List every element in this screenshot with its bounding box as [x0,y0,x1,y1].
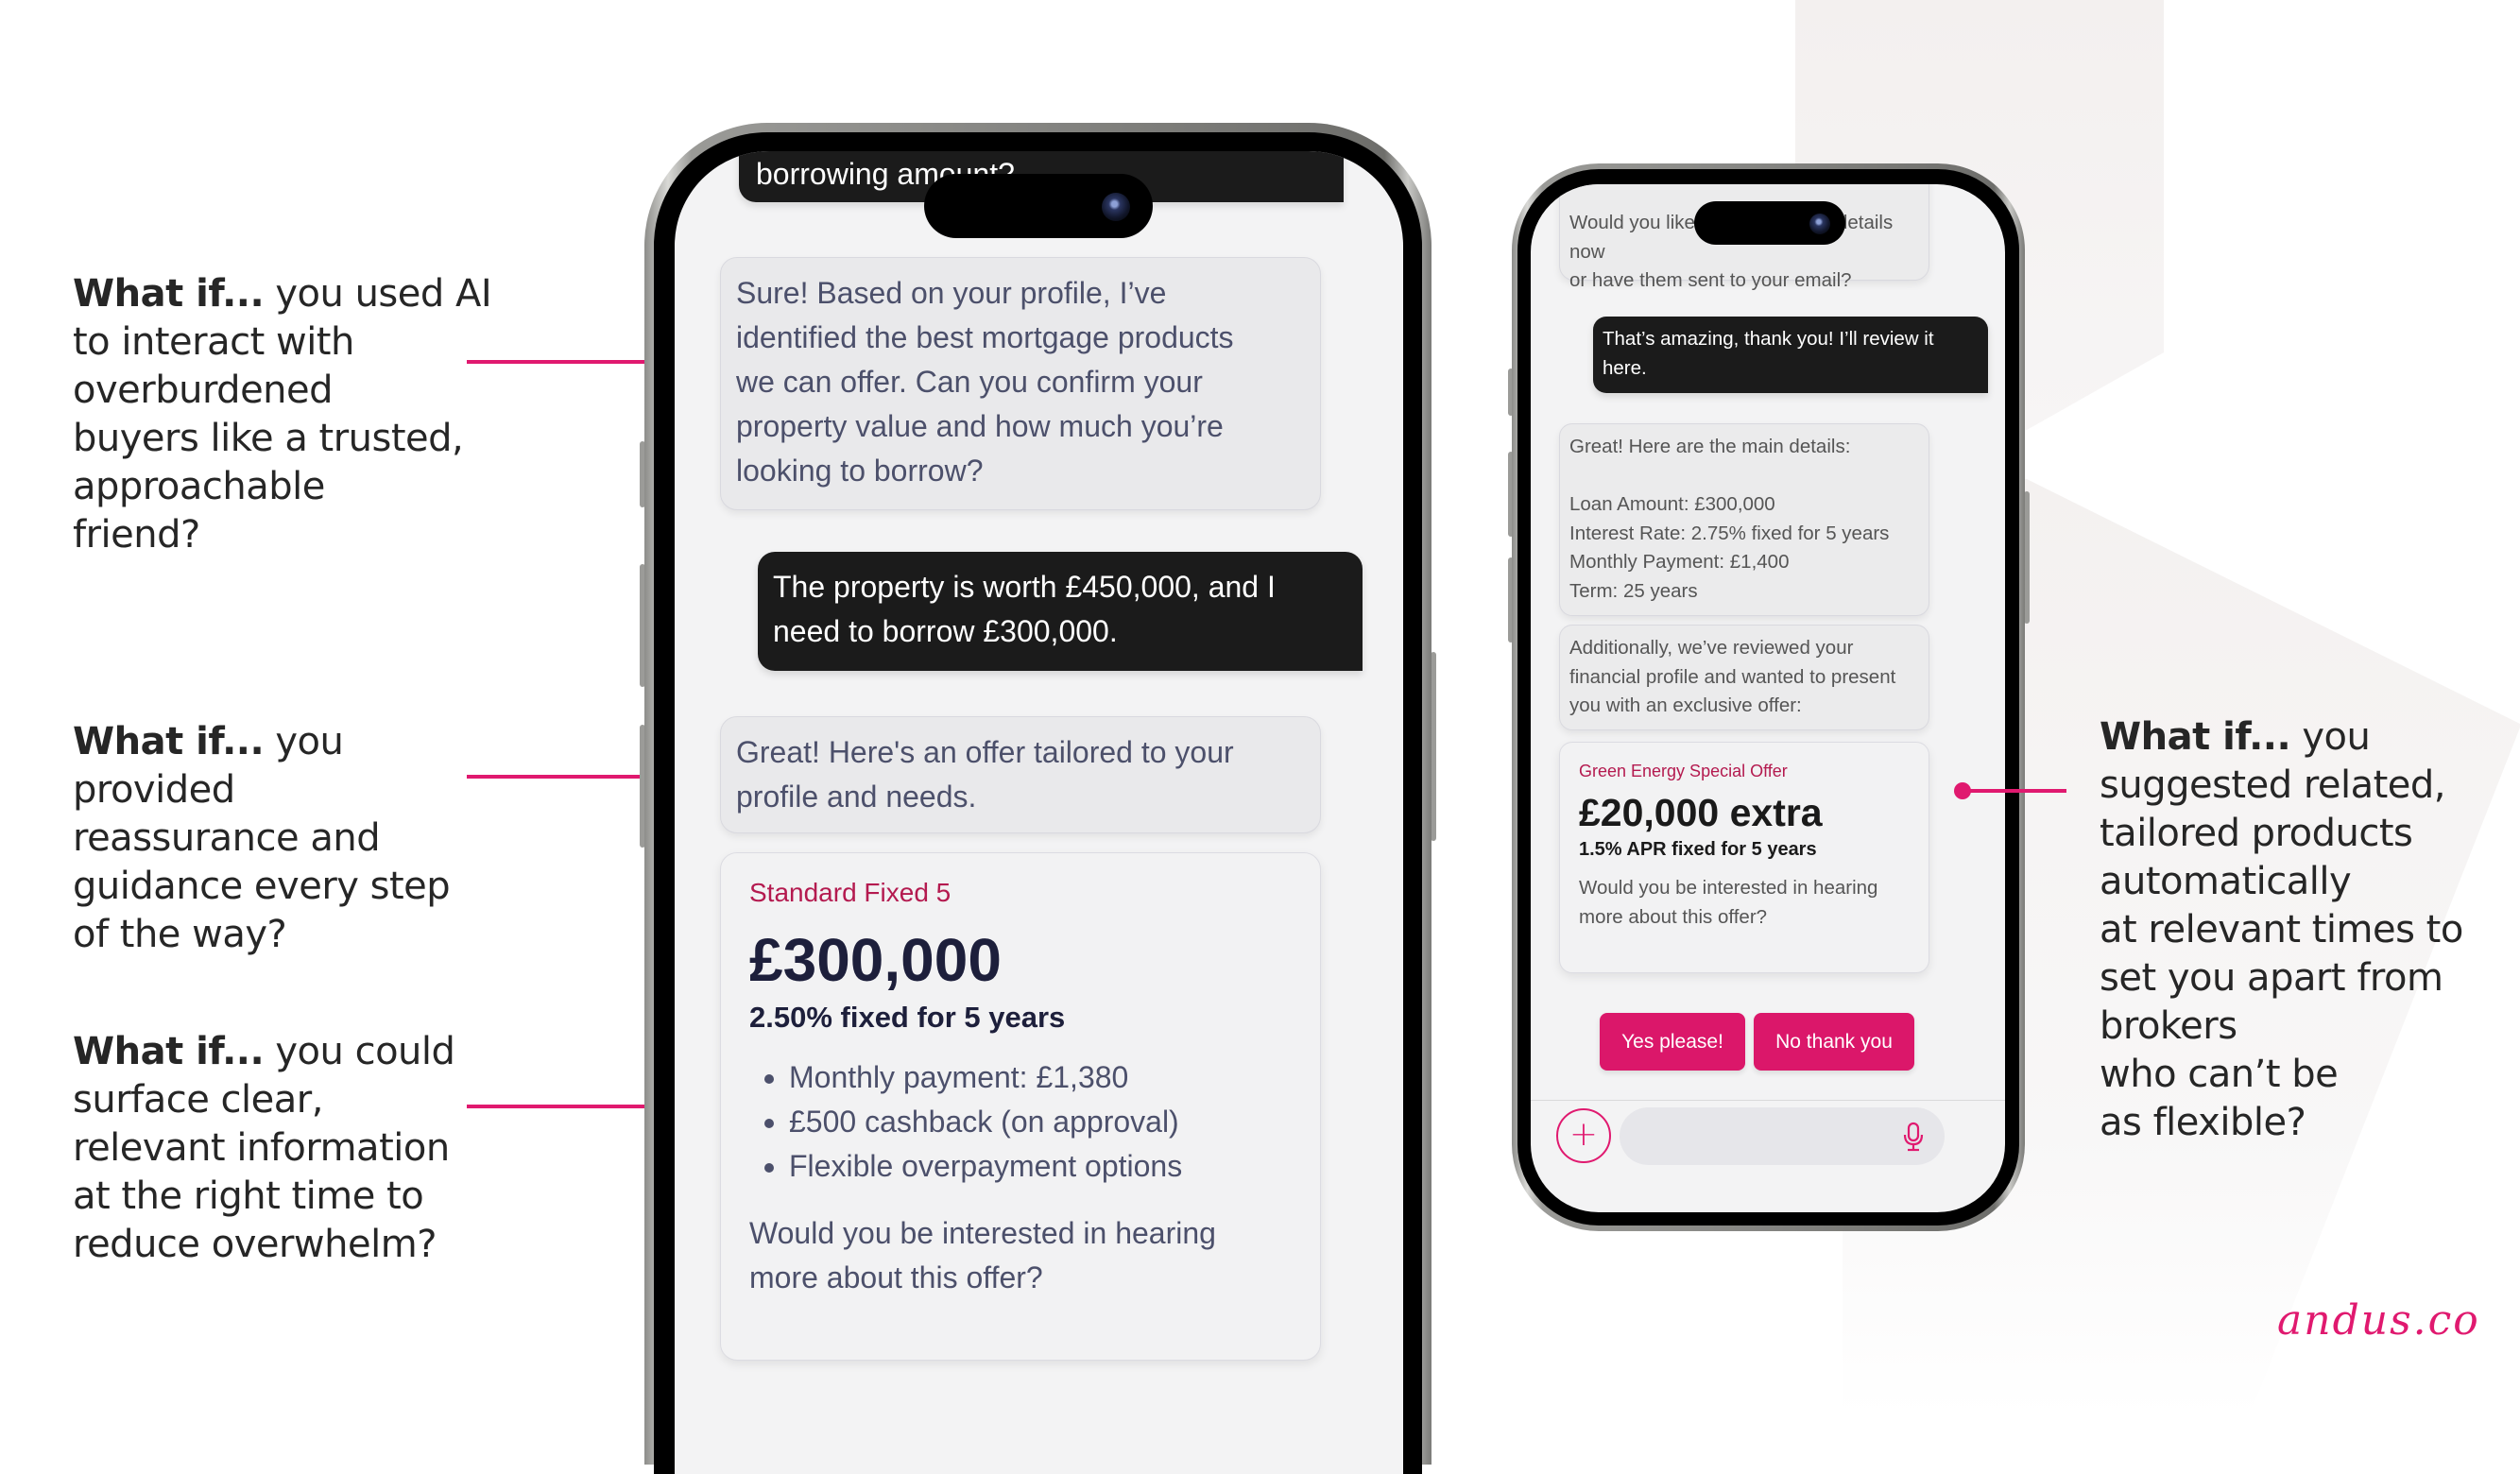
offer-card-standard-fixed[interactable]: Standard Fixed 5 £300,000 2.50% fixed fo… [720,852,1321,1361]
offer-benefit: £500 cashback (on approval) [789,1100,1292,1144]
offer-amount: £300,000 [749,926,1002,994]
microphone-icon[interactable] [1903,1122,1924,1152]
offer-benefit: Flexible overpayment options [789,1144,1292,1189]
dynamic-island [924,174,1153,238]
callout-ai-friend: What if... you used AI to interact with … [73,272,492,557]
andus-logo: andus.co [2277,1296,2480,1345]
yes-please-button[interactable]: Yes please! [1600,1013,1745,1071]
phone-screen-left: borrowing amount? Sure! Based on your pr… [675,151,1403,1474]
callout-lead: What if... [73,272,265,316]
ai-message-profile: Sure! Based on your profile, I’ve identi… [720,257,1321,510]
user-message-property-value: The property is worth £450,000, and I ne… [758,552,1363,671]
user-message-thanks: That’s amazing, thank you! I’ll review i… [1593,317,1988,393]
ai-message-offer-intro: Great! Here's an offer tailored to your … [720,716,1321,833]
offer-label: Green Energy Special Offer [1579,762,1788,780]
offer-label: Standard Fixed 5 [749,878,951,907]
camera-icon [1809,214,1830,234]
ai-message-main-details: Great! Here are the main details: Loan A… [1559,423,1929,616]
dynamic-island [1694,201,1845,245]
detail-monthly-payment: Monthly Payment: £1,400 [1569,551,1790,573]
detail-term: Term: 25 years [1569,579,1698,602]
add-attachment-button[interactable]: + [1556,1108,1611,1163]
offer-question: Would you be interested in hearing more … [1579,877,1878,928]
phone-left: borrowing amount? Sure! Based on your pr… [644,123,1431,1474]
detail-loan-amount: Loan Amount: £300,000 [1569,493,1775,515]
callout-lead: What if... [73,1030,265,1073]
offer-benefits-list: Monthly payment: £1,380 £500 cashback (o… [749,1055,1292,1189]
phone-screen-right: Would you like details now or have them s… [1531,184,2005,1212]
detail-interest-rate: Interest Rate: 2.75% fixed for 5 years [1569,522,1890,544]
composer-divider [1531,1100,2005,1101]
offer-rate: 1.5% APR fixed for 5 years [1579,839,1817,860]
offer-benefit: Monthly payment: £1,380 [789,1055,1292,1100]
callout-clear-information: What if... you could surface clear, rele… [73,1030,455,1266]
callout-lead: What if... [73,720,265,763]
no-thank-you-button[interactable]: No thank you [1754,1013,1914,1071]
ai-message-exclusive-offer-intro: Additionally, we’ve reviewed your financ… [1559,625,1929,730]
callout-lead: What if... [2100,715,2291,759]
plus-icon: + [1569,1114,1599,1154]
offer-amount: £20,000 extra [1579,791,1823,834]
callout-related-products: What if... you suggested related, tailor… [2100,715,2463,1144]
message-input[interactable] [1620,1107,1945,1165]
offer-question: Would you be interested in hearing more … [749,1216,1216,1294]
offer-rate: 2.50% fixed for 5 years [749,1001,1066,1034]
phone-right: Would you like details now or have them s… [1512,163,2025,1231]
connector-line-4 [1963,789,2066,793]
camera-icon [1102,193,1130,221]
offer-card-green-energy[interactable]: Green Energy Special Offer £20,000 extra… [1559,742,1929,973]
callout-reassurance: What if... you provided reassurance and … [73,720,451,956]
